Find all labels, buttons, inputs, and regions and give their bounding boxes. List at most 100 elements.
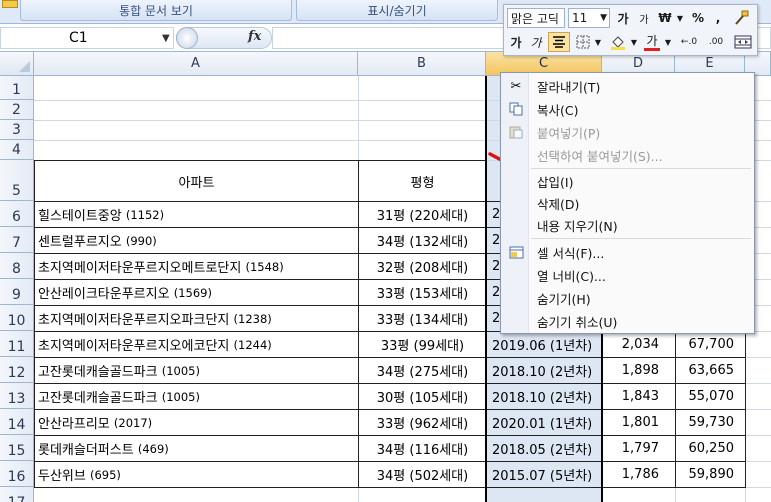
table-cell-date[interactable]: 2019.06 (1년차) xyxy=(486,331,603,358)
chevron-down-icon[interactable]: ▼ xyxy=(676,8,684,28)
table-cell-date[interactable]: 2020.01 (1년차) xyxy=(486,409,603,436)
table-cell-date[interactable]: 2018.05 (2년차) xyxy=(486,435,603,462)
table-header-size[interactable]: 평형 xyxy=(358,160,487,202)
table-cell-apartment[interactable]: 롯데캐슬더퍼스트 (469) xyxy=(34,435,359,462)
table-cell-size[interactable]: 34평 (502세대) xyxy=(358,461,487,488)
table-header-apartment[interactable]: 아파트 xyxy=(34,160,359,202)
menu-item-format-cells[interactable]: 셀 서식(F)... xyxy=(537,241,604,263)
row-header[interactable]: 13 xyxy=(0,383,34,409)
row-header[interactable]: 3 xyxy=(0,120,34,140)
fill-color-icon[interactable] xyxy=(608,32,628,52)
chevron-down-icon[interactable]: ▼ xyxy=(664,32,672,52)
chevron-down-icon[interactable]: ▼ xyxy=(594,32,602,52)
table-cell-apartment[interactable]: 센트럴푸르지오 (990) xyxy=(34,227,359,254)
row-header[interactable]: 11 xyxy=(0,331,34,357)
row-header[interactable]: 2 xyxy=(0,100,34,120)
table-cell-size[interactable]: 30평 (105세대) xyxy=(358,383,487,410)
menu-item-copy[interactable]: 복사(C) xyxy=(537,98,578,120)
borders-icon[interactable] xyxy=(574,32,592,52)
merge-cells-icon[interactable] xyxy=(732,32,754,52)
row-header[interactable]: 5 xyxy=(0,160,34,201)
table-cell-e[interactable]: 55,070 xyxy=(675,383,746,410)
grow-font-button[interactable]: 가 xyxy=(614,8,632,28)
row-header[interactable]: 6 xyxy=(0,201,34,227)
table-cell-size[interactable]: 32평 (208세대) xyxy=(358,253,487,280)
font-size-select[interactable]: 11 ▼ xyxy=(568,8,610,28)
table-cell-d[interactable]: 1,797 xyxy=(602,435,676,462)
table-cell-e[interactable]: 59,730 xyxy=(675,409,746,436)
menu-item-paste[interactable]: 붙여넣기(P) xyxy=(537,121,600,143)
function-icon[interactable]: fx xyxy=(248,29,261,44)
chevron-down-icon[interactable]: ▼ xyxy=(162,33,170,44)
increase-decimal-button[interactable]: ←.0 xyxy=(676,32,702,52)
menu-item-clear-contents[interactable]: 내용 지우기(N) xyxy=(537,214,618,236)
table-cell-apartment[interactable]: 초지역메이저타운푸르지오에코단지 (1244) xyxy=(34,331,359,358)
table-cell-size[interactable]: 34평 (275세대) xyxy=(358,357,487,384)
shrink-font-button[interactable]: 가 xyxy=(635,8,653,28)
currency-button[interactable]: ₩ xyxy=(657,8,673,28)
row-header[interactable]: 10 xyxy=(0,305,34,331)
table-cell-e[interactable]: 59,890 xyxy=(675,461,746,488)
center-align-icon[interactable] xyxy=(548,32,570,52)
row-header[interactable]: 16 xyxy=(0,461,34,487)
resize-handle[interactable] xyxy=(176,27,198,49)
table-cell-date[interactable]: 2018.10 (2년차) xyxy=(486,357,603,384)
row-header[interactable]: 17 xyxy=(0,487,34,502)
menu-item-delete[interactable]: 삭제(D) xyxy=(537,192,579,214)
percent-button[interactable]: % xyxy=(690,8,706,28)
italic-button[interactable]: 가 xyxy=(527,32,545,52)
table-cell-apartment[interactable]: 안산라프리모 (2017) xyxy=(34,409,359,436)
row-header[interactable]: 7 xyxy=(0,227,34,253)
table-cell-e[interactable]: 63,665 xyxy=(675,357,746,384)
table-cell-size[interactable]: 33평 (153세대) xyxy=(358,279,487,306)
table-cell-e[interactable]: 67,700 xyxy=(675,331,746,358)
row-header[interactable]: 12 xyxy=(0,357,34,383)
table-cell-apartment[interactable]: 초지역메이저타운푸르지오메트로단지 (1548) xyxy=(34,253,359,280)
row-header[interactable]: 4 xyxy=(0,140,34,160)
menu-item-insert[interactable]: 삽입(I) xyxy=(537,170,573,192)
column-header-a[interactable]: A xyxy=(34,52,358,76)
table-cell-apartment[interactable]: 안산레이크타운푸르지오 (1569) xyxy=(34,279,359,306)
table-cell-d[interactable]: 2,034 xyxy=(602,331,676,358)
table-cell-apartment[interactable]: 힐스테이트중앙 (1152) xyxy=(34,201,359,228)
name-box[interactable]: C1 xyxy=(0,27,174,49)
menu-item-cut[interactable]: 잘라내기(T) xyxy=(537,75,600,97)
table-cell-d[interactable]: 1,843 xyxy=(602,383,676,410)
table-cell-apartment[interactable]: 두산위브 (695) xyxy=(34,461,359,488)
table-cell-size[interactable]: 33평 (962세대) xyxy=(358,409,487,436)
table-cell-d[interactable]: 1,801 xyxy=(602,409,676,436)
font-name-select[interactable]: 맑은 고딕 xyxy=(507,8,565,28)
table-cell-size[interactable]: 33평 (134세대) xyxy=(358,305,487,332)
table-cell-apartment[interactable]: 고잔롯데캐슬골드파크 (1005) xyxy=(34,383,359,410)
font-color-icon[interactable]: 가 xyxy=(642,32,662,52)
menu-item-paste-special[interactable]: 선택하여 붙여넣기(S)... xyxy=(537,144,663,166)
table-cell-d[interactable]: 1,898 xyxy=(602,357,676,384)
select-all-button[interactable] xyxy=(0,52,34,76)
show-hide-button[interactable]: 표시/숨기기 xyxy=(296,0,498,21)
menu-item-unhide[interactable]: 숨기기 취소(U) xyxy=(537,310,617,332)
bold-button[interactable]: 가 xyxy=(507,32,525,52)
chevron-down-icon[interactable]: ▼ xyxy=(630,32,638,52)
menu-item-hide[interactable]: 숨기기(H) xyxy=(537,287,591,309)
table-cell-d[interactable]: 1,786 xyxy=(602,461,676,488)
row-header[interactable]: 9 xyxy=(0,279,34,305)
column-header-b[interactable]: B xyxy=(358,52,486,76)
format-painter-icon[interactable] xyxy=(730,8,752,28)
table-cell-date[interactable]: 2015.07 (5년차) xyxy=(486,461,603,488)
row-header[interactable]: 8 xyxy=(0,253,34,279)
table-cell-apartment[interactable]: 고잔롯데캐슬골드파크 (1005) xyxy=(34,357,359,384)
table-cell-size[interactable]: 34평 (116세대) xyxy=(358,435,487,462)
row-header[interactable]: 1 xyxy=(0,76,34,100)
comma-button[interactable]: , xyxy=(711,8,725,28)
merge-view-button[interactable]: 통합 문서 보기 xyxy=(20,0,292,21)
menu-item-column-width[interactable]: 열 너비(C)... xyxy=(537,264,606,286)
table-cell-size[interactable]: 31평 (220세대) xyxy=(358,201,487,228)
table-cell-size[interactable]: 33평 (99세대) xyxy=(358,331,487,358)
row-header[interactable]: 14 xyxy=(0,409,34,435)
table-cell-size[interactable]: 34평 (132세대) xyxy=(358,227,487,254)
table-cell-e[interactable]: 60,250 xyxy=(675,435,746,462)
row-header[interactable]: 15 xyxy=(0,435,34,461)
table-cell-date[interactable]: 2018.10 (2년차) xyxy=(486,383,603,410)
decrease-decimal-button[interactable]: .00 xyxy=(704,32,728,52)
table-cell-apartment[interactable]: 초지역메이저타운푸르지오파크단지 (1238) xyxy=(34,305,359,332)
